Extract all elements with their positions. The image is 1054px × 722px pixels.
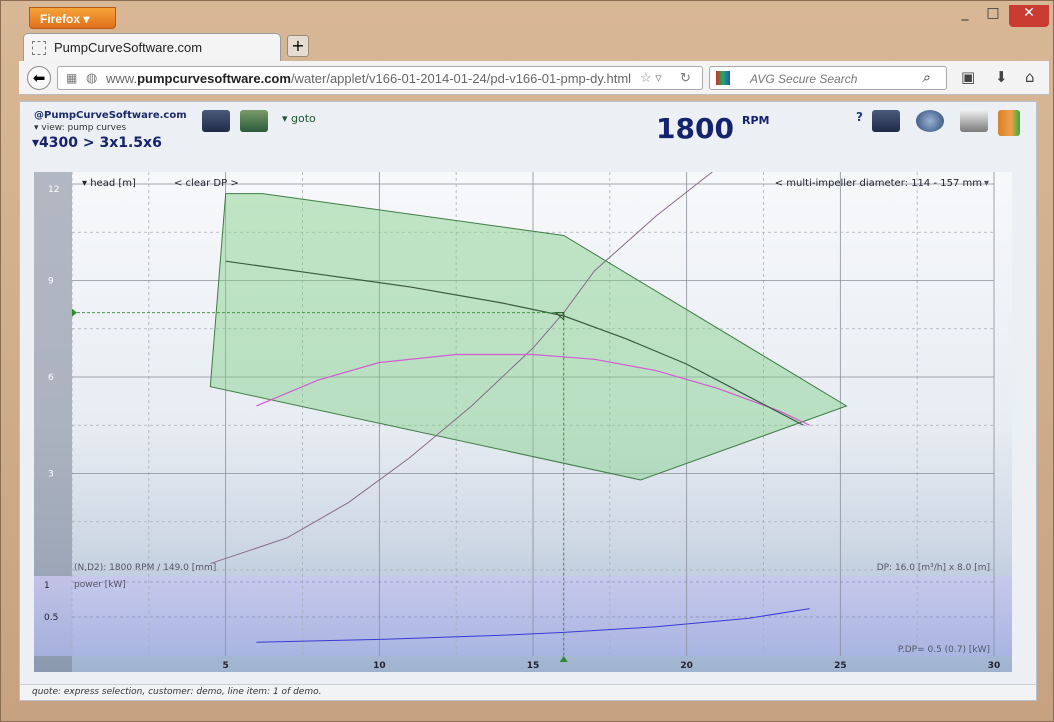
goto-menu[interactable]: ▾ goto (282, 112, 316, 125)
briefcase-icon[interactable] (872, 110, 900, 132)
rpm-unit: RPM (742, 114, 770, 127)
diameter-dropdown-icon[interactable]: ▾ (984, 178, 989, 189)
x-tick-label: 20 (680, 661, 693, 671)
help-icon[interactable]: ? (856, 110, 870, 132)
download-icon[interactable]: ⬇ (995, 68, 1008, 86)
power-duty-label: P.DP= 0.5 (0.7) [kW] (898, 645, 990, 655)
url-prefix: www. (106, 71, 138, 86)
pump-curve-chart[interactable]: 5 10 15 20 25 30 3 6 9 12 0.5 1 ▾ head [m] < clear … (34, 172, 1012, 672)
url-domain: pumpcurvesoftware.com (137, 71, 291, 86)
minimize-button[interactable]: _ (953, 5, 977, 27)
maximize-button[interactable]: □ (981, 5, 1005, 27)
page-icon (32, 41, 46, 55)
view-selector[interactable]: ▾ view: pump curves (34, 123, 126, 133)
bookmarks-icon[interactable]: ▣ (961, 68, 975, 86)
x-tick-label: 10 (373, 661, 386, 671)
clear-dp-link[interactable]: < clear DP > (174, 178, 239, 189)
reload-icon[interactable]: ↻ (680, 70, 691, 86)
power-tick-label: 0.5 (44, 613, 58, 623)
x-tick-label: 5 (223, 661, 229, 671)
navigation-bar: ⬅ ▦ ◍ www.pumpcurvesoftware.com/water/ap… (19, 61, 1049, 95)
reader-icon: ▦ (66, 71, 78, 85)
back-button[interactable]: ⬅ (27, 66, 51, 90)
home-icon[interactable]: ⌂ (1025, 68, 1035, 86)
exit-icon[interactable] (998, 110, 1020, 136)
search-engine-icon[interactable] (716, 71, 730, 85)
model-selector[interactable]: ▾4300 > 3x1.5x6 (32, 135, 162, 151)
url-bar[interactable]: ▦ ◍ www.pumpcurvesoftware.com/water/appl… (57, 66, 703, 90)
back-arrow-icon: ⬅ (32, 69, 46, 87)
x-tick-label: 30 (988, 661, 1001, 671)
view-label: view: pump curves (41, 123, 127, 133)
search-placeholder: AVG Secure Search (750, 72, 858, 86)
head-axis-label[interactable]: ▾ head [m] (82, 178, 136, 189)
x-tick-label: 25 (834, 661, 847, 671)
browser-window: Firefox ▾ _ □ ✕ PumpCurveSoftware.com + … (0, 0, 1054, 722)
head-tick-label: 3 (48, 470, 54, 480)
x-tick-label: 15 (527, 661, 540, 671)
tab-title: PumpCurveSoftware.com (54, 40, 203, 55)
duty-point-label: DP: 16.0 [m³/h] x 8.0 [m] (877, 563, 990, 573)
search-bar[interactable]: AVG Secure Search ⌕ (709, 66, 947, 90)
model-label: 4300 > 3x1.5x6 (39, 135, 162, 151)
head-tick-label: 6 (48, 373, 54, 383)
power-axis-label: power [kW] (74, 580, 126, 590)
tab-pumpcurvesoftware[interactable]: PumpCurveSoftware.com (23, 33, 281, 61)
globe-icon: ◍ (86, 70, 98, 85)
close-window-button[interactable]: ✕ (1009, 5, 1049, 27)
bookmark-star-icon[interactable]: ☆ ▿ (640, 70, 662, 86)
status-bar: quote: express selection, customer: demo… (20, 684, 1036, 700)
head-tick-label: 12 (48, 185, 59, 195)
pump-applet: @PumpCurveSoftware.com ▾ view: pump curv… (19, 101, 1037, 701)
firefox-menu-button[interactable]: Firefox ▾ (29, 7, 116, 29)
printer-icon[interactable] (960, 110, 988, 132)
rpm-value: 1800 (656, 112, 734, 145)
new-tab-button[interactable]: + (287, 35, 309, 57)
goto-label: goto (291, 112, 316, 125)
search-icon[interactable]: ⌕ (922, 69, 930, 86)
brand-label: @PumpCurveSoftware.com (34, 110, 187, 121)
chart-image-icon[interactable] (240, 110, 268, 132)
head-tick-label: 9 (48, 277, 54, 287)
power-tick-label: 1 (44, 581, 50, 591)
speed-diameter-label: (N,D2): 1800 RPM / 149.0 [mm] (74, 563, 216, 573)
toolbox-icon[interactable] (202, 110, 230, 132)
power-panel-background (34, 576, 1012, 656)
pump-motor-icon[interactable] (916, 110, 944, 132)
url-path: /water/applet/v166-01-2014-01-24/pd-v166… (290, 71, 632, 86)
diameter-label[interactable]: < multi-impeller diameter: 114 - 157 mm (775, 178, 982, 189)
